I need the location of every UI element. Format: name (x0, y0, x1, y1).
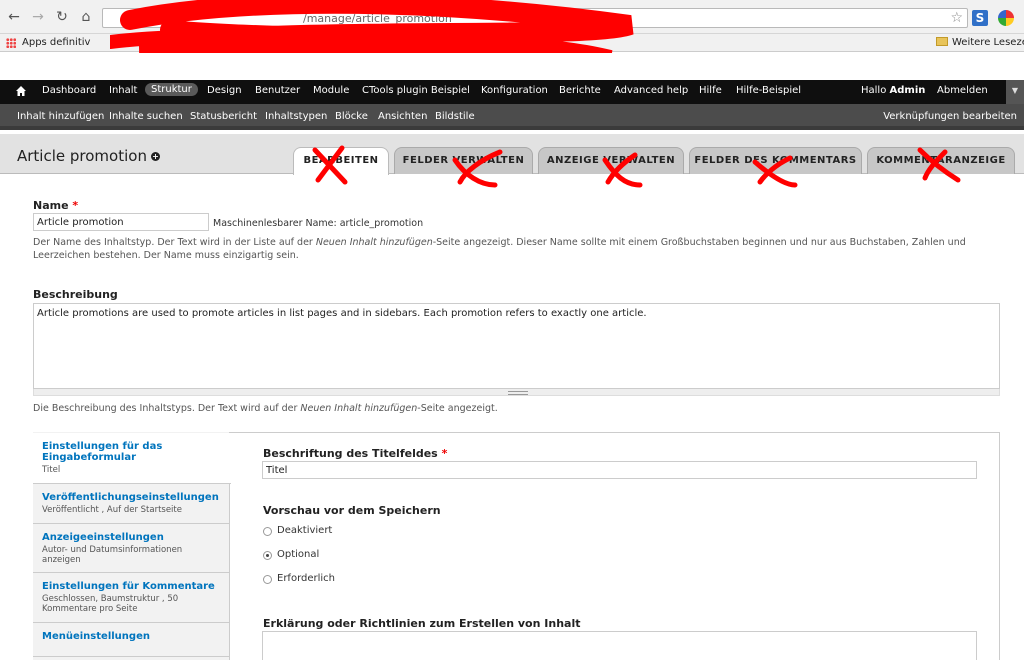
toolbar-hilfe[interactable]: Hilfe (699, 85, 722, 96)
shortcut-add-content[interactable]: Inhalt hinzufügen (17, 111, 104, 122)
page-top-spacer (0, 53, 1024, 80)
title-field-label: Beschriftung des Titelfeldes * (263, 447, 448, 460)
bookmark-folder[interactable]: Weitere Lesezeichen (936, 37, 1024, 48)
preview-label: Vorschau vor dem Speichern (263, 504, 441, 517)
toolbar-greeting: Hallo Admin (861, 85, 926, 96)
shortcut-blocks[interactable]: Blöcke (335, 111, 368, 122)
toolbar-logout[interactable]: Abmelden (937, 85, 988, 96)
machine-name: Maschinenlesbarer Name: article_promotio… (213, 218, 424, 229)
shortcut-toggle-icon[interactable]: ▼ (1006, 80, 1024, 104)
description-textarea[interactable]: Article promotions are used to promote a… (33, 303, 1000, 389)
toolbar-dashboard[interactable]: Dashboard (42, 85, 96, 96)
home-icon[interactable] (16, 86, 26, 96)
admin-toolbar: Dashboard Inhalt Struktur Design Benutze… (0, 80, 1024, 104)
toolbar-konfiguration[interactable]: Konfiguration (481, 85, 548, 96)
description-label: Beschreibung (33, 288, 118, 301)
radio-label-deaktiviert[interactable]: Deaktiviert (277, 525, 332, 536)
required-marker: * (72, 199, 79, 212)
toolbar-inhalt[interactable]: Inhalt (109, 85, 137, 96)
name-input[interactable] (33, 213, 209, 231)
folder-icon (936, 37, 948, 46)
vtab-comments[interactable]: Einstellungen für Kommentare Geschlossen… (33, 573, 230, 623)
tab-felder-verwalten[interactable]: FELDER VERWALTEN (394, 147, 533, 174)
shortcut-content-types[interactable]: Inhaltstypen (265, 111, 327, 122)
toolbar-struktur[interactable]: Struktur (145, 83, 198, 96)
bookmark-new-tab[interactable]: Neuer Tab (482, 37, 543, 49)
browser-toolbar: ← → ↻ ⌂ /manage/article_promotion ☆ S (0, 0, 1024, 34)
page-title: Article promotion (17, 147, 147, 165)
radio-erforderlich[interactable] (263, 575, 272, 584)
radio-label-erforderlich[interactable]: Erforderlich (277, 573, 335, 584)
forward-icon[interactable]: → (30, 9, 46, 25)
add-shortcut-icon[interactable]: + (151, 152, 160, 161)
tab-kommentaranzeige[interactable]: KOMMENTARANZEIGE (867, 147, 1015, 174)
help-text-textarea[interactable] (262, 631, 977, 660)
bookmark-apps[interactable]: Apps definitiv (22, 37, 90, 48)
shortcut-status-report[interactable]: Statusbericht (190, 111, 257, 122)
home-browser-icon[interactable]: ⌂ (78, 9, 94, 25)
tab-anzeige-verwalten[interactable]: ANZEIGE VERWALTEN (538, 147, 684, 174)
name-label: Name * (33, 199, 79, 212)
toolbar-design[interactable]: Design (207, 85, 242, 96)
tab-felder-des-kommentars[interactable]: FELDER DES KOMMENTARS (689, 147, 862, 174)
toolbar-hilfe-beispiel[interactable]: Hilfe-Beispiel (736, 85, 801, 96)
toolbar-username[interactable]: Admin (890, 85, 926, 96)
toolbar-benutzer[interactable]: Benutzer (255, 85, 300, 96)
name-description: Der Name des Inhaltstyp. Der Text wird i… (33, 237, 966, 261)
shortcuts-bar: Inhalt hinzufügen Inhalte suchen Statusb… (0, 104, 1024, 130)
vtab-display[interactable]: Anzeigeeinstellungen Autor- und Datumsin… (33, 524, 230, 573)
vtab-publishing[interactable]: Veröffentlichungseinstellungen Veröffent… (33, 484, 230, 524)
description-help: Die Beschreibung des Inhaltstyps. Der Te… (33, 403, 498, 414)
edit-shortcuts-link[interactable]: Verknüpfungen bearbeiten (883, 111, 1017, 122)
radio-deaktiviert[interactable] (263, 527, 272, 536)
extension-shield-icon[interactable] (998, 10, 1014, 26)
back-icon[interactable]: ← (6, 9, 22, 25)
required-marker: * (441, 447, 448, 460)
vtab-submission-form[interactable]: Einstellungen für das Eingabeformular Ti… (33, 433, 231, 484)
address-bar[interactable]: /manage/article_promotion ☆ (102, 8, 968, 28)
resize-grip[interactable] (33, 389, 1000, 396)
title-field-input[interactable] (262, 461, 977, 479)
help-text-label: Erklärung oder Richtlinien zum Erstellen… (263, 617, 581, 630)
url-text: /manage/article_promotion (303, 12, 452, 25)
apps-grid-icon[interactable] (6, 38, 16, 48)
toolbar-ctools[interactable]: CTools plugin Beispiel (362, 85, 470, 96)
shortcut-image-styles[interactable]: Bildstile (435, 111, 475, 122)
shortcut-views[interactable]: Ansichten (378, 111, 427, 122)
page-icon (482, 37, 490, 47)
shortcut-find-content[interactable]: Inhalte suchen (109, 111, 183, 122)
toolbar-module[interactable]: Module (313, 85, 349, 96)
toolbar-advanced-help[interactable]: Advanced help (614, 85, 688, 96)
radio-label-optional[interactable]: Optional (277, 549, 319, 560)
vtab-menu[interactable]: Menüeinstellungen (33, 623, 230, 657)
toolbar-berichte[interactable]: Berichte (559, 85, 601, 96)
radio-optional[interactable] (263, 551, 272, 560)
extension-s-icon[interactable]: S (972, 10, 988, 26)
bookmark-star-icon[interactable]: ☆ (950, 10, 963, 26)
tab-bearbeiten[interactable]: BEARBEITEN (293, 147, 389, 175)
bookmarks-bar: Apps definitiv Neuer Tab Weitere Lesezei… (0, 34, 1024, 52)
reload-icon[interactable]: ↻ (54, 9, 70, 25)
